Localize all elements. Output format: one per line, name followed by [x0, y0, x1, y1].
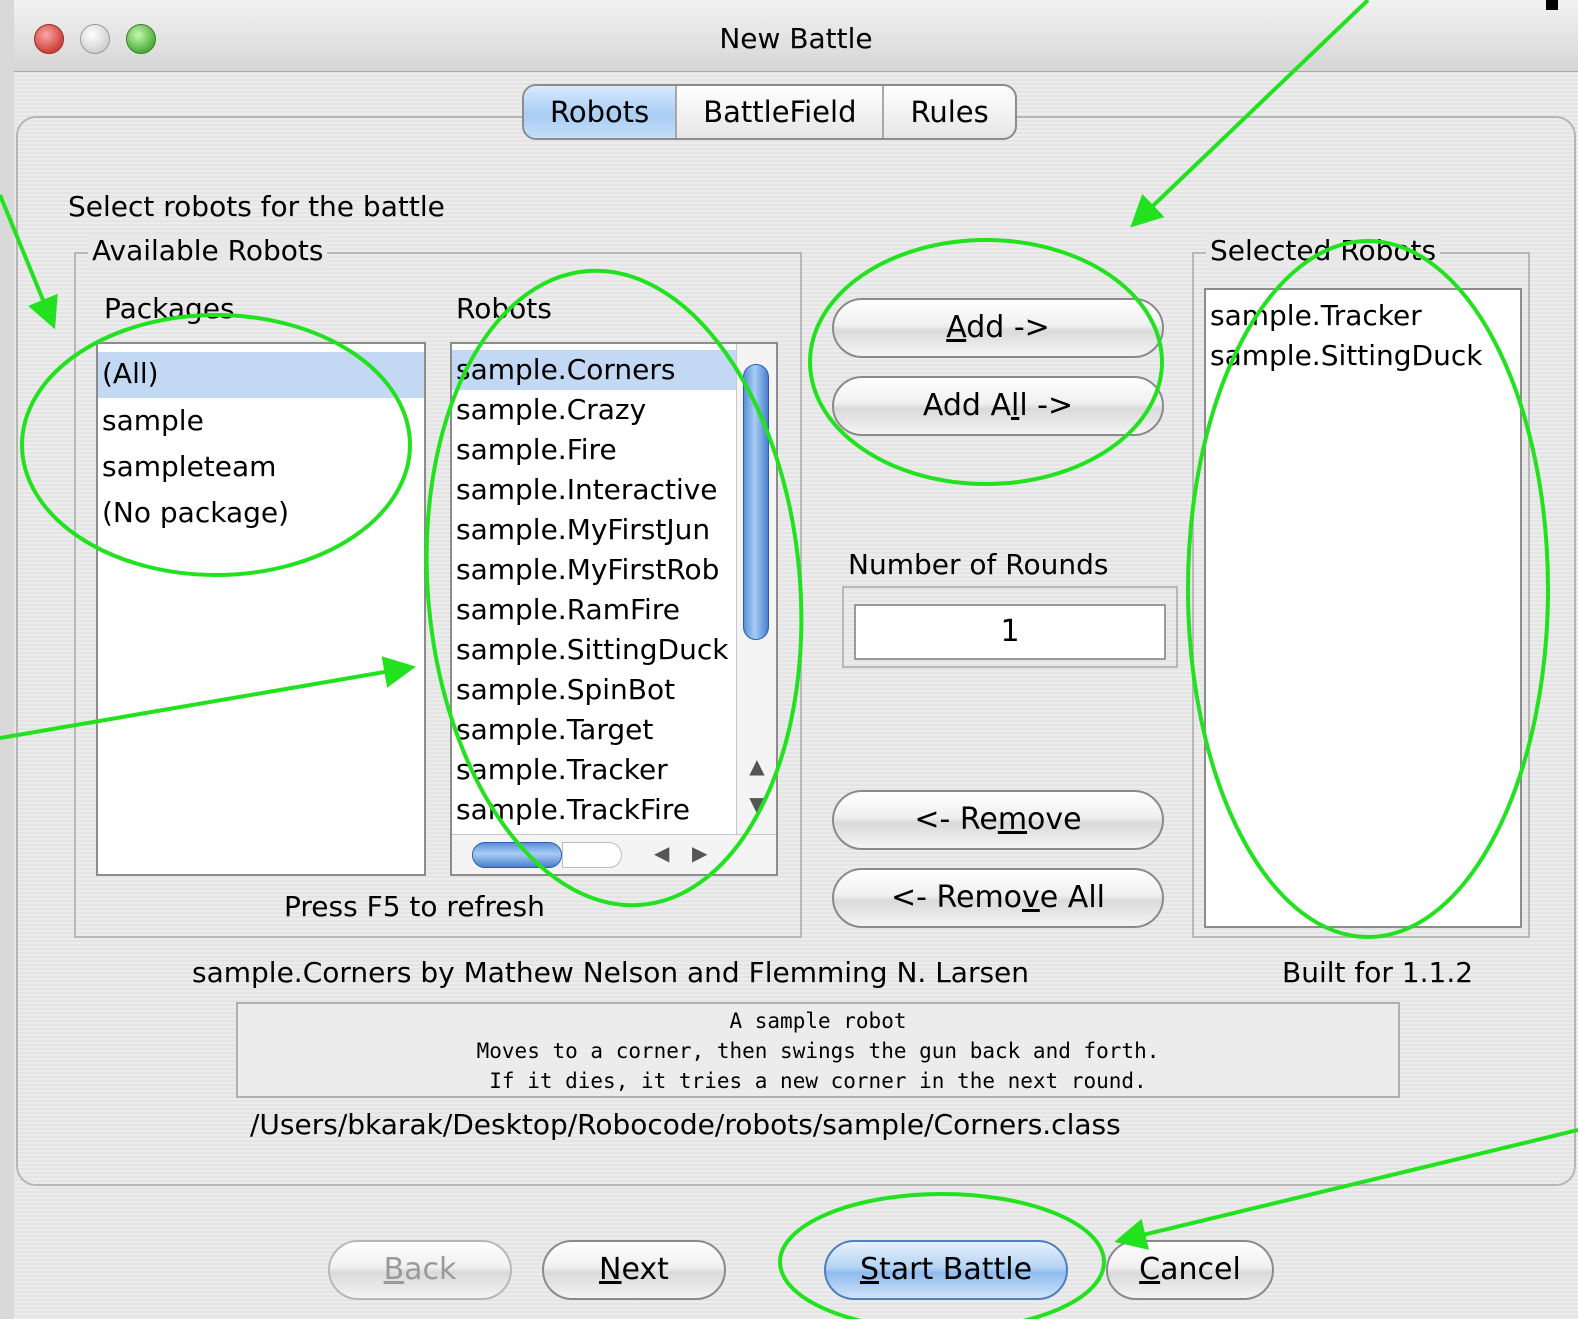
scroll-right-arrow-icon[interactable]: ▶ — [692, 841, 707, 865]
robot-item[interactable]: sample.TrackFire — [452, 790, 736, 830]
package-item-sample[interactable]: sample — [98, 398, 424, 444]
refresh-hint: Press F5 to refresh — [284, 890, 545, 923]
selected-robot-item[interactable]: sample.SittingDuck — [1206, 336, 1520, 376]
robots-header: Robots — [456, 292, 552, 325]
start-battle-button[interactable]: Start Battle — [824, 1240, 1068, 1300]
add-all-button[interactable]: Add All -> — [832, 376, 1164, 436]
robot-file-path: /Users/bkarak/Desktop/Robocode/robots/sa… — [250, 1108, 1121, 1141]
packages-list[interactable]: (All) sample sampleteam (No package) — [96, 342, 426, 876]
title-bar[interactable]: New Battle — [14, 0, 1578, 72]
scroll-left-arrow-icon[interactable]: ◀ — [654, 841, 669, 865]
robot-item[interactable]: sample.Tracker — [452, 750, 736, 790]
robot-item[interactable]: sample.Fire — [452, 430, 736, 470]
robot-item[interactable]: sample.Target — [452, 710, 736, 750]
back-button[interactable]: Back — [328, 1240, 512, 1300]
robot-item[interactable]: sample.RamFire — [452, 590, 736, 630]
description-line: If it dies, it tries a new corner in the… — [489, 1069, 1147, 1093]
tab-battlefield[interactable]: BattleField — [677, 86, 885, 138]
robots-vertical-scrollbar[interactable]: ▲ ▼ — [736, 344, 776, 834]
package-item-sampleteam[interactable]: sampleteam — [98, 444, 424, 490]
built-for-version: Built for 1.1.2 — [1282, 956, 1474, 989]
description-line: A sample robot — [729, 1009, 907, 1033]
selected-robots-list[interactable]: sample.Tracker sample.SittingDuck — [1204, 288, 1522, 928]
packages-header: Packages — [104, 292, 235, 325]
robots-list-items: sample.Corners sample.Crazy sample.Fire … — [452, 350, 736, 830]
tab-rules[interactable]: Rules — [884, 86, 1014, 138]
robots-list[interactable]: sample.Corners sample.Crazy sample.Fire … — [450, 342, 778, 876]
robot-item[interactable]: sample.Crazy — [452, 390, 736, 430]
selected-robot-item[interactable]: sample.Tracker — [1206, 296, 1520, 336]
description-line: Moves to a corner, then swings the gun b… — [476, 1039, 1160, 1063]
scroll-down-arrow-icon[interactable]: ▼ — [737, 792, 776, 816]
vertical-scroll-thumb[interactable] — [743, 364, 769, 640]
robot-item[interactable]: sample.MyFirstJun — [452, 510, 736, 550]
remove-all-button[interactable]: <- Remove All — [832, 868, 1164, 928]
horizontal-scroll-thumb[interactable] — [472, 842, 562, 868]
robot-item[interactable]: sample.MyFirstRob — [452, 550, 736, 590]
horizontal-scroll-track[interactable] — [562, 842, 622, 868]
robot-item[interactable]: sample.Interactive — [452, 470, 736, 510]
next-button[interactable]: Next — [542, 1240, 726, 1300]
tab-bar: Robots BattleField Rules — [522, 84, 1017, 140]
rounds-group: 1 — [842, 586, 1178, 668]
package-item-all[interactable]: (All) — [98, 352, 424, 398]
remove-button[interactable]: <- Remove — [832, 790, 1164, 850]
cancel-button[interactable]: Cancel — [1106, 1240, 1274, 1300]
robot-item[interactable]: sample.SpinBot — [452, 670, 736, 710]
package-item-no-package[interactable]: (No package) — [98, 490, 424, 536]
instruction-text: Select robots for the battle — [68, 190, 445, 223]
selected-robots-legend: Selected Robots — [1206, 234, 1441, 267]
rounds-input[interactable]: 1 — [854, 604, 1166, 660]
window-title: New Battle — [719, 22, 873, 55]
add-button[interactable]: Add -> — [832, 298, 1164, 358]
rounds-label: Number of Rounds — [848, 548, 1109, 581]
robot-item[interactable]: sample.Corners — [452, 350, 736, 390]
robot-author-line: sample.Corners by Mathew Nelson and Flem… — [192, 956, 1030, 989]
robot-description-box: A sample robot Moves to a corner, then s… — [236, 1002, 1400, 1098]
available-robots-legend: Available Robots — [88, 234, 328, 267]
robots-horizontal-scrollbar[interactable]: ◀ ▶ — [452, 834, 776, 874]
tab-robots[interactable]: Robots — [524, 86, 678, 138]
new-battle-window: New Battle Robots BattleField Rules Sele… — [14, 0, 1578, 1319]
robot-item[interactable]: sample.SittingDuck — [452, 630, 736, 670]
scroll-up-arrow-icon[interactable]: ▲ — [737, 754, 776, 778]
